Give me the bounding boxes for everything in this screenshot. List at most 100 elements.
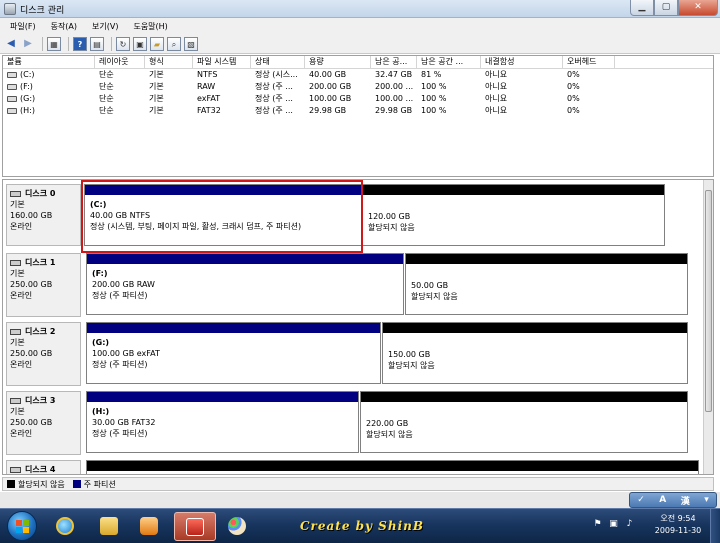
ime-mode[interactable]: A	[659, 495, 666, 505]
search-icon[interactable]: ⌕	[167, 36, 181, 51]
volume-icon[interactable]: ♪	[624, 519, 635, 530]
unallocated-space-disk-1[interactable]: 50.00 GB 할당되지 않음	[405, 253, 688, 315]
fault-tolerance-cell: 아니요	[485, 106, 508, 115]
taskbar-disk-management[interactable]	[174, 512, 216, 541]
partition-g[interactable]: (G:) 100.00 GB exFAT 정상 (주 파티션)	[86, 322, 381, 384]
taskbar-paint[interactable]	[218, 512, 256, 541]
free-space-cell: 100.00 ...	[375, 94, 414, 103]
layout-cell: 단순	[99, 106, 114, 115]
column-header-layout[interactable]: 레이아웃	[95, 56, 145, 68]
column-header-file-system[interactable]: 파일 시스템	[193, 56, 251, 68]
disk-type: 기본	[10, 269, 25, 278]
file-system-cell: FAT32	[197, 106, 221, 115]
fault-tolerance-cell: 아니요	[485, 82, 508, 91]
properties-icon[interactable]: ▤	[90, 36, 104, 51]
unallocated-space-disk-2[interactable]: 150.00 GB 할당되지 않음	[382, 322, 688, 384]
menu-file[interactable]: 파일(F)	[0, 18, 41, 34]
disk-name-text: 디스크 1	[25, 258, 56, 267]
start-button[interactable]	[7, 511, 37, 541]
help-icon[interactable]: ?	[73, 36, 87, 51]
partition-h[interactable]: (H:) 30.00 GB FAT32 정상 (주 파티션)	[86, 391, 359, 453]
taskbar-media-player[interactable]	[130, 512, 168, 541]
open-folder-icon[interactable]: ▰	[150, 36, 164, 51]
taskbar-internet-explorer[interactable]	[46, 512, 84, 541]
column-header-type[interactable]: 형식	[145, 56, 193, 68]
free-percent-cell: 100 %	[421, 82, 447, 91]
ime-hanja[interactable]: 漢	[681, 494, 690, 507]
table-row[interactable]: (C:) 단순 기본 NTFS 정상 (시스... 40.00 GB 32.47…	[3, 69, 713, 81]
disk-name-text: 디스크 3	[25, 396, 56, 405]
vertical-scrollbar[interactable]	[703, 180, 713, 474]
console-tree-icon[interactable]: ▦	[47, 36, 61, 51]
disk-status: 온라인	[10, 360, 33, 369]
type-cell: 기본	[149, 70, 164, 79]
partition-size-fs: 100.00 GB exFAT	[92, 349, 160, 358]
disk-type: 기본	[10, 338, 25, 347]
forward-arrow-icon[interactable]: ▶	[21, 37, 35, 51]
disk-4-label[interactable]: 디스크 4	[6, 460, 81, 474]
column-header-status[interactable]: 상태	[251, 56, 305, 68]
rescan-disks-icon[interactable]: ▣	[133, 36, 147, 51]
status-strip	[0, 492, 720, 508]
partition-status: 정상 (주 파티션)	[92, 291, 148, 300]
minimize-button[interactable]: ▁	[630, 0, 654, 16]
unallocated-space-disk-3[interactable]: 220.00 GB 할당되지 않음	[360, 391, 688, 453]
disk-name: 디스크 0	[10, 188, 77, 199]
volume-cell: (F:)	[3, 81, 95, 93]
close-button[interactable]: ✕	[678, 0, 718, 16]
drive-icon	[7, 83, 17, 90]
settings-icon[interactable]: ▧	[184, 36, 198, 51]
table-row[interactable]: (G:) 단순 기본 exFAT 정상 (주 ... 100.00 GB 100…	[3, 93, 713, 105]
maximize-button[interactable]: ▢	[654, 0, 678, 16]
table-row[interactable]: (F:) 단순 기본 RAW 정상 (주 ... 200.00 GB 200.0…	[3, 81, 713, 93]
free-space-cell: 29.98 GB	[375, 106, 413, 115]
scrollbar-thumb[interactable]	[705, 190, 712, 412]
column-header-free-percent[interactable]: 남은 공간 ...	[417, 56, 481, 68]
menu-view[interactable]: 보기(V)	[82, 18, 123, 34]
partition-info: 220.00 GB 할당되지 않음	[361, 402, 687, 444]
partition-bar-unallocated	[383, 323, 687, 333]
disk-size: 160.00 GB	[10, 211, 53, 220]
partition-label: (F:)	[92, 269, 108, 278]
capacity-cell: 40.00 GB	[309, 70, 347, 79]
disk-2-label[interactable]: 디스크 2 기본 250.00 GB 온라인	[6, 322, 81, 386]
column-header-overhead[interactable]: 오버헤드	[563, 56, 615, 68]
menu-bar: 파일(F) 동작(A) 보기(V) 도움말(H)	[0, 18, 720, 34]
disk-0-label[interactable]: 디스크 0 기본 160.00 GB 온라인	[6, 184, 81, 246]
partition-bar-unallocated	[406, 254, 687, 264]
unallocated-space-disk-4[interactable]	[86, 460, 699, 474]
partition-info: 50.00 GB 할당되지 않음	[406, 264, 687, 306]
watermark-text: Create by ShinB	[300, 519, 424, 533]
disk-1-label[interactable]: 디스크 1 기본 250.00 GB 온라인	[6, 253, 81, 317]
volume-name: (H:)	[20, 106, 35, 115]
column-header-capacity[interactable]: 용량	[305, 56, 371, 68]
disk-3-label[interactable]: 디스크 3 기본 250.00 GB 온라인	[6, 391, 81, 455]
menu-action[interactable]: 동작(A)	[41, 18, 82, 34]
clock[interactable]: 오전 9:54 2009-11-30	[650, 513, 706, 537]
partition-f[interactable]: (F:) 200.00 GB RAW 정상 (주 파티션)	[86, 253, 404, 315]
taskbar-file-explorer[interactable]	[90, 512, 128, 541]
action-center-flag-icon[interactable]: ⚑	[592, 519, 603, 530]
capacity-cell: 100.00 GB	[309, 94, 352, 103]
disk-type: 기본	[10, 200, 25, 209]
unallocated-space-disk-0[interactable]: 120.00 GB 할당되지 않음	[362, 184, 665, 246]
refresh-icon[interactable]: ↻	[116, 36, 130, 51]
hard-disk-icon	[10, 190, 21, 197]
back-arrow-icon[interactable]: ◀	[4, 37, 18, 51]
column-header-free-space[interactable]: 남은 공...	[371, 56, 417, 68]
show-desktop-button[interactable]	[710, 509, 720, 543]
column-header-volume[interactable]: 볼륨	[3, 56, 95, 68]
network-icon[interactable]: ▣	[608, 519, 619, 530]
ime-language-bar[interactable]: ✓ A 漢 ▾	[629, 492, 717, 508]
disk-management-app-icon[interactable]	[4, 3, 16, 15]
folder-icon	[100, 517, 118, 535]
window-title: 디스크 관리	[20, 6, 65, 16]
disk-size: 250.00 GB	[10, 349, 53, 358]
title-bar[interactable]: 디스크 관리 ▁ ▢ ✕	[0, 0, 720, 18]
ime-options-icon[interactable]: ▾	[704, 495, 709, 505]
table-row[interactable]: (H:) 단순 기본 FAT32 정상 (주 ... 29.98 GB 29.9…	[3, 105, 713, 117]
menu-help[interactable]: 도움말(H)	[123, 18, 172, 34]
volume-list: 볼륨 레이아웃 형식 파일 시스템 상태 용량 남은 공... 남은 공간 ..…	[2, 55, 714, 177]
column-header-fault-tolerance[interactable]: 내결함성	[481, 56, 563, 68]
ime-check-icon[interactable]: ✓	[637, 495, 645, 505]
